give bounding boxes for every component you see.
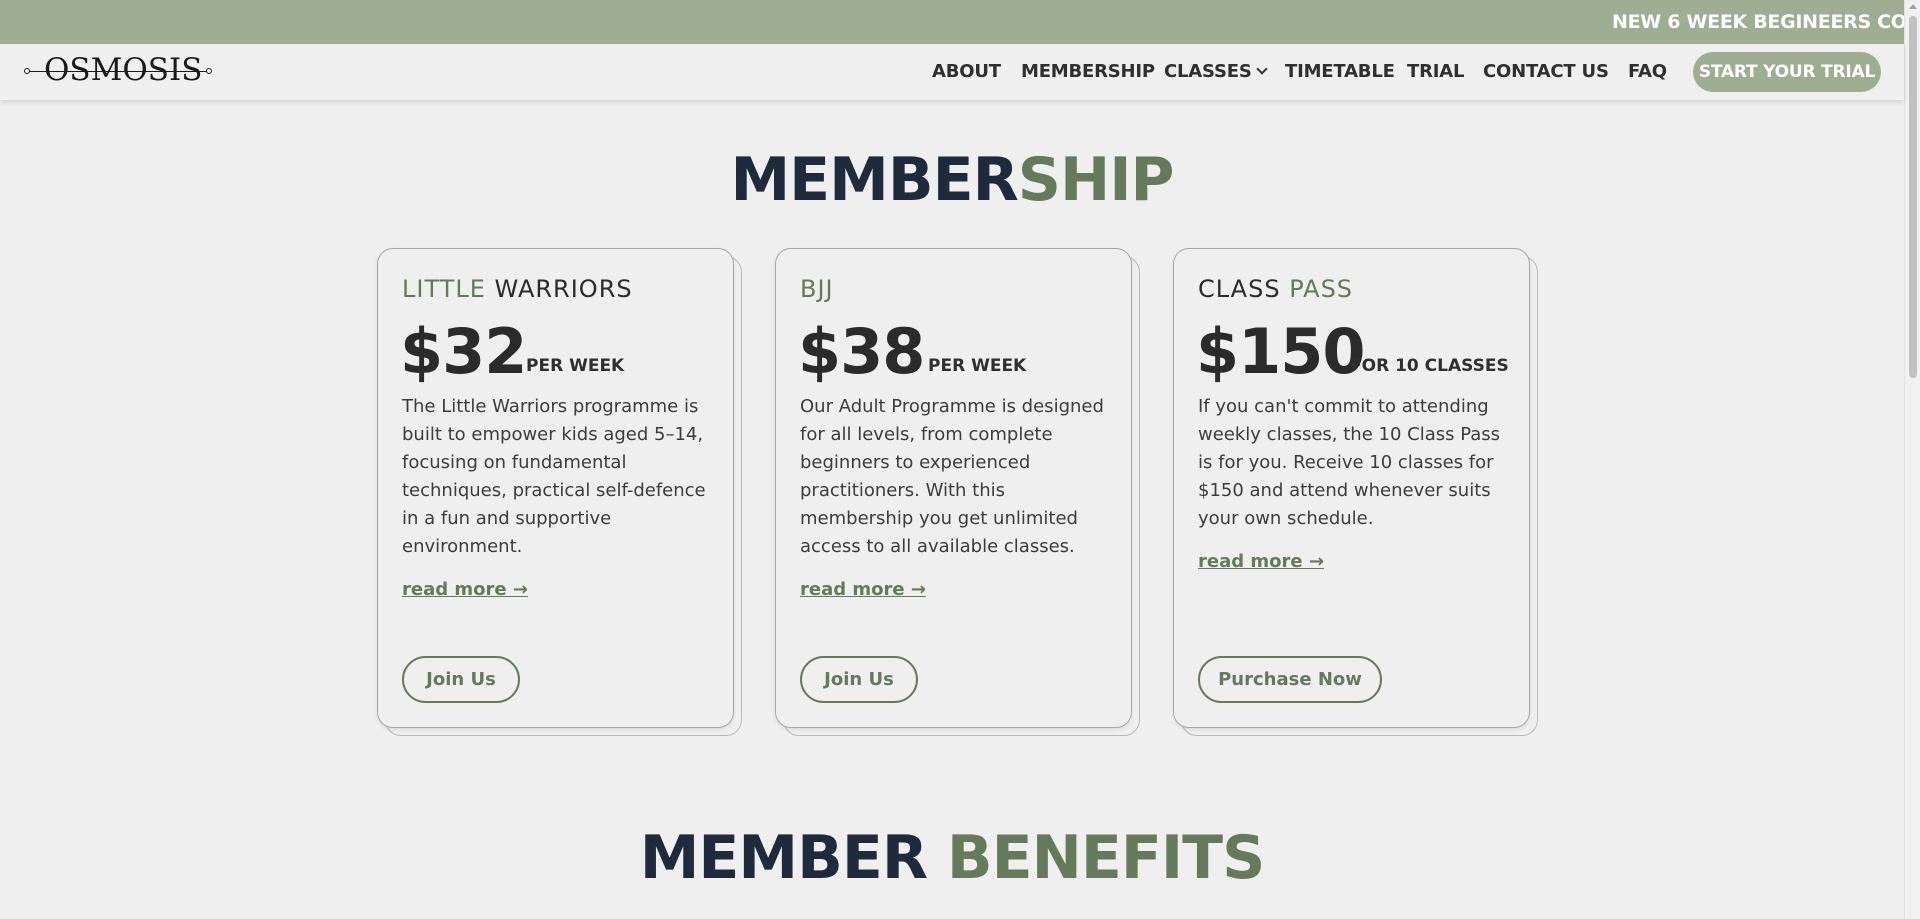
card-price: $150 [1196, 315, 1366, 388]
benefits-title-dark: MEMBER [639, 823, 928, 893]
read-more-link[interactable]: read more → [402, 579, 528, 600]
membership-title-green: SHIP [1017, 145, 1175, 215]
card-period: PER WEEK [526, 356, 625, 376]
nav-trial[interactable]: TRIAL [1407, 61, 1464, 82]
membership-card-bjj: BJJ $38 PER WEEK Our Adult Programme is … [775, 248, 1132, 728]
benefits-title-green: BENEFITS [946, 823, 1265, 893]
membership-card-class-pass: CLASS PASS $150 FOR 10 CLASSES If you ca… [1173, 248, 1530, 728]
scrollbar[interactable] [1904, 0, 1920, 919]
card-period: PER WEEK [928, 356, 1027, 376]
card-period: FOR 10 CLASSES [1350, 356, 1509, 376]
card-title: LITTLE WARRIORS [402, 275, 633, 303]
card-price: $38 [798, 315, 925, 388]
purchase-now-button[interactable]: Purchase Now [1198, 656, 1382, 703]
card-title-part1: LITTLE [402, 275, 486, 303]
scroll-thumb[interactable] [1909, 16, 1917, 378]
nav-faq[interactable]: FAQ [1628, 61, 1667, 82]
card-title: CLASS PASS [1198, 275, 1353, 303]
join-us-button[interactable]: Join Us [402, 656, 520, 703]
read-more-link[interactable]: read more → [1198, 551, 1324, 572]
join-us-button[interactable]: Join Us [800, 656, 918, 703]
membership-title-dark: MEMBER [730, 145, 1018, 215]
start-trial-button[interactable]: START YOUR TRIAL [1693, 52, 1881, 92]
logo[interactable]: OSMOSIS [24, 50, 214, 90]
card-description: Our Adult Programme is designed for all … [800, 396, 1104, 557]
card-title-part1: BJJ [800, 275, 834, 303]
scroll-up-icon[interactable] [1909, 4, 1917, 9]
card-title: BJJ [800, 275, 834, 303]
promo-bar: NEW 6 WEEK BEGINEERS COURSE [0, 0, 1904, 44]
membership-title: MEMBERSHIP [0, 145, 1904, 215]
read-more-link[interactable]: read more → [800, 579, 926, 600]
card-title-part1: CLASS [1198, 275, 1281, 303]
nav-classes[interactable]: CLASSES [1164, 61, 1268, 82]
chevron-down-icon [1255, 63, 1268, 75]
nav-classes-label: CLASSES [1164, 61, 1252, 82]
nav-membership[interactable]: MEMBERSHIP [1021, 61, 1155, 82]
nav-contact-us[interactable]: CONTACT US [1483, 61, 1609, 82]
logo-dot-left [24, 68, 30, 74]
logo-dot-right [206, 68, 212, 74]
card-description: If you can't commit to attending weekly … [1198, 396, 1501, 529]
card-price: $32 [400, 315, 527, 388]
logo-text: OSMOSIS [44, 52, 203, 88]
navbar: OSMOSIS ABOUT MEMBERSHIP CLASSES TIMETAB… [0, 44, 1904, 100]
card-title-part2: WARRIORS [494, 275, 633, 303]
nav-timetable[interactable]: TIMETABLE [1285, 61, 1395, 82]
nav-about[interactable]: ABOUT [932, 61, 1001, 82]
membership-card-little-warriors: LITTLE WARRIORS $32 PER WEEK The Little … [377, 248, 734, 728]
card-description: The Little Warriors programme is built t… [402, 396, 706, 557]
promo-text[interactable]: NEW 6 WEEK BEGINEERS COURSE [1612, 11, 1904, 33]
card-title-part2: PASS [1289, 275, 1354, 303]
member-benefits-title: MEMBER BENEFITS [0, 823, 1904, 893]
